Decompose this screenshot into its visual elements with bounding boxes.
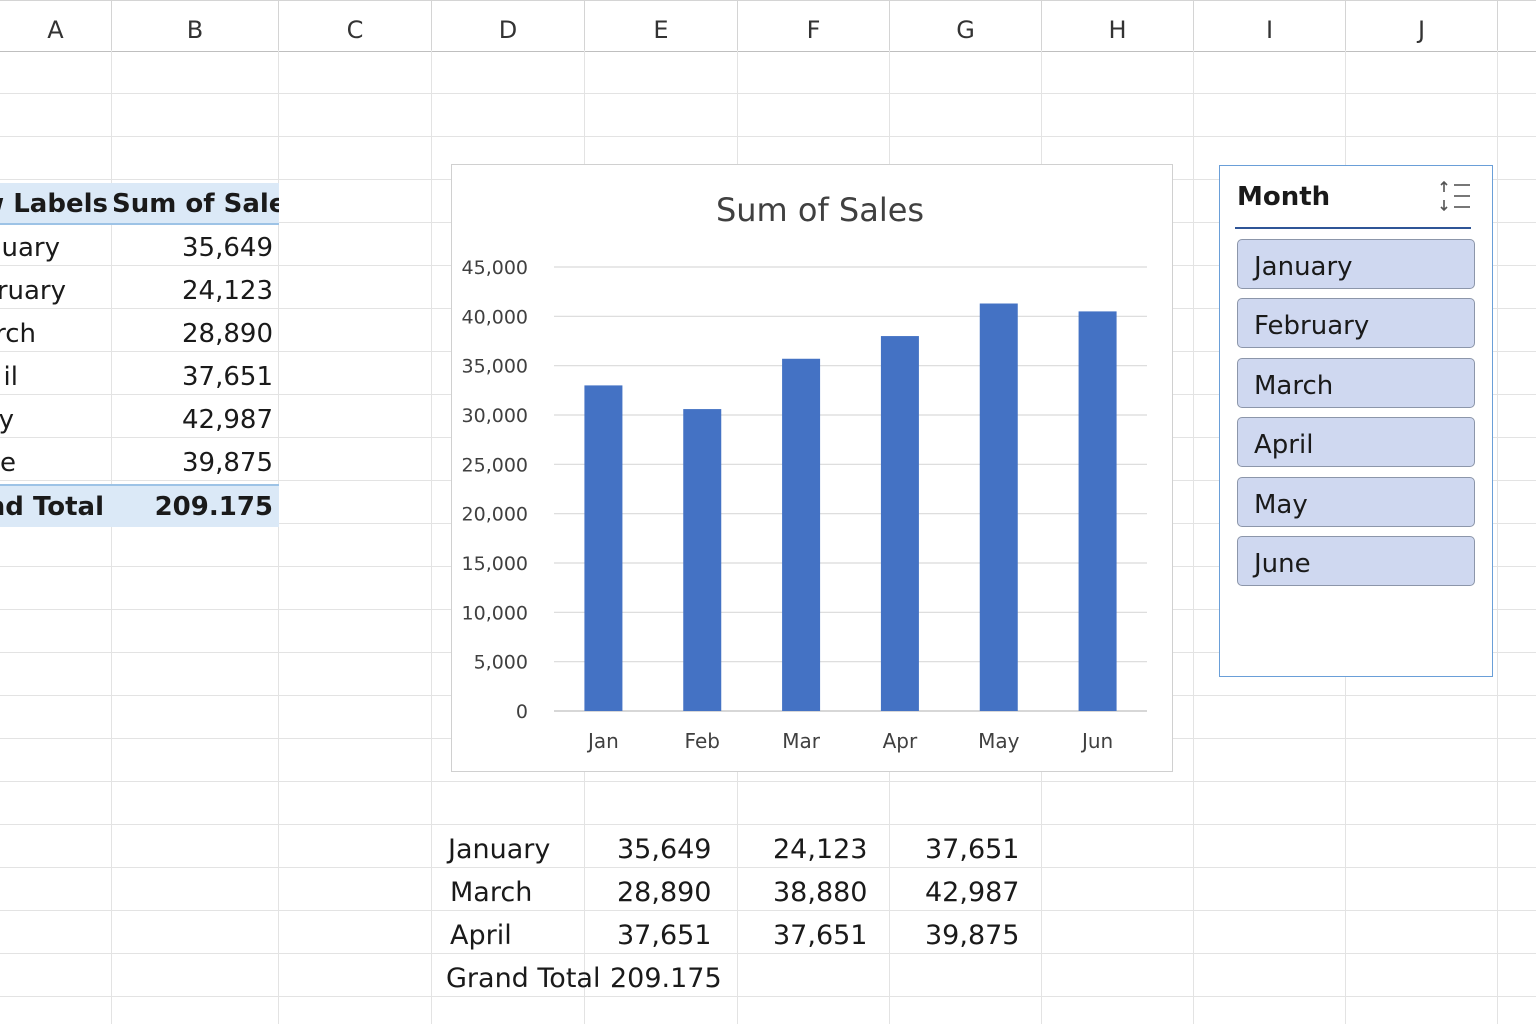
- chart-y-axis: 0 5,000 10,000 15,000 20,000 25,000 30,000 35,0…: [462, 257, 528, 723]
- chart-y-tick-label: 30,000: [462, 405, 528, 427]
- chart-bar-feb[interactable]: [683, 409, 722, 711]
- pivot-grand-total-value[interactable]: 209.175: [112, 484, 279, 527]
- lower-grand-total-label[interactable]: Grand Total: [446, 957, 600, 999]
- pivot-row-label-text: rch: [0, 319, 36, 349]
- slicer-title: Month: [1237, 182, 1331, 212]
- chart-title: Sum of Sales: [716, 191, 924, 229]
- lower-cell-f[interactable]: 37,651: [773, 914, 867, 956]
- pivot-header-row-labels[interactable]: w Labels: [0, 183, 112, 225]
- slicer-item-may[interactable]: May: [1237, 477, 1475, 527]
- chart-gridlines: [554, 266, 1147, 712]
- pivot-row-label[interactable]: y: [0, 399, 112, 441]
- pivot-row-label[interactable]: e: [0, 442, 112, 484]
- pivot-row-value[interactable]: 35,649: [112, 227, 279, 269]
- pivot-row-label-text: uary: [1, 233, 61, 263]
- pivot-header-row-labels-text: w Labels: [0, 189, 108, 219]
- pivot-row-value[interactable]: 37,651: [112, 356, 279, 398]
- lower-cell-g[interactable]: 39,875: [925, 914, 1019, 956]
- column-header-b[interactable]: B: [112, 1, 279, 51]
- chart-y-tick-label: 40,000: [462, 306, 528, 328]
- lower-cell-f[interactable]: 38,880: [773, 871, 867, 913]
- pivot-row-label[interactable]: il: [0, 356, 112, 398]
- lower-cell-e[interactable]: 37,651: [617, 914, 711, 956]
- lower-cell-g[interactable]: 42,987: [925, 871, 1019, 913]
- slicer-item-january[interactable]: January: [1237, 239, 1475, 289]
- chart-x-tick-label: Feb: [685, 729, 720, 753]
- multi-select-icon[interactable]: [1438, 180, 1474, 212]
- pivot-row-label-text: y: [0, 405, 14, 435]
- pivot-row-label-text: e: [0, 448, 16, 478]
- column-header-j[interactable]: J: [1346, 1, 1498, 51]
- chart-x-tick-label: Jun: [1080, 729, 1113, 753]
- pivot-grand-total-label-text: nd Total: [0, 492, 104, 522]
- lower-cell-f[interactable]: 24,123: [773, 828, 867, 870]
- lower-cell-e[interactable]: 35,649: [617, 828, 711, 870]
- chart-bar-may[interactable]: [979, 303, 1018, 711]
- chart-x-axis: Jan Feb Mar Apr May Jun: [586, 729, 1113, 753]
- chart-x-tick-label: Jan: [586, 729, 619, 753]
- pivot-row-value[interactable]: 42,987: [112, 399, 279, 441]
- chart-bars: [584, 303, 1117, 711]
- pivot-row-value[interactable]: 28,890: [112, 313, 279, 355]
- chart-x-tick-label: Apr: [883, 729, 918, 753]
- chart-x-tick-label: Mar: [782, 729, 821, 753]
- pivot-row-label[interactable]: uary: [0, 227, 112, 269]
- column-header-i[interactable]: I: [1194, 1, 1346, 51]
- lower-cell-e[interactable]: 28,890: [617, 871, 711, 913]
- pivot-row-label-text: il: [3, 362, 18, 392]
- slicer-header-divider: [1235, 227, 1471, 229]
- pivot-row-label[interactable]: rch: [0, 313, 112, 355]
- pivot-row-value[interactable]: 39,875: [112, 442, 279, 484]
- pivot-row-label[interactable]: ruary: [0, 270, 112, 312]
- pivot-row-value[interactable]: 24,123: [112, 270, 279, 312]
- slicer-item-june[interactable]: June: [1237, 536, 1475, 586]
- chart-y-tick-label: 15,000: [462, 553, 528, 575]
- pivot-header-sum-of-sales[interactable]: Sum of Sales: [112, 183, 279, 225]
- slicer-item-march[interactable]: March: [1237, 358, 1475, 408]
- lower-row-label[interactable]: March: [450, 871, 532, 913]
- column-header-f[interactable]: F: [738, 1, 890, 51]
- lower-grand-total-value[interactable]: 209.175: [610, 957, 722, 999]
- chart-bar-jan[interactable]: [584, 385, 623, 711]
- lower-cell-g[interactable]: 37,651: [925, 828, 1019, 870]
- slicer-item-february[interactable]: February: [1237, 298, 1475, 348]
- pivot-grand-total-label[interactable]: nd Total: [0, 484, 112, 527]
- pivot-row-label-text: ruary: [0, 276, 66, 306]
- chart-canvas: Sum of Sales 0 5,000 10,000 15,000 20,000 25,…: [462, 191, 1147, 753]
- chart-y-tick-label: 10,000: [462, 602, 528, 624]
- chart-y-tick-label: 45,000: [462, 257, 528, 279]
- chart-y-tick-label: 5,000: [474, 652, 528, 674]
- column-header-a[interactable]: A: [0, 1, 112, 51]
- sales-bar-chart[interactable]: Sum of Sales 0 5,000 10,000 15,000 20,000 25,…: [451, 164, 1173, 772]
- column-header-k[interactable]: [1498, 1, 1536, 51]
- chart-bar-mar[interactable]: [782, 358, 821, 711]
- column-header-c[interactable]: C: [279, 1, 432, 51]
- chart-bar-jun[interactable]: [1078, 311, 1117, 711]
- lower-row-label[interactable]: January: [448, 828, 550, 870]
- chart-bar-apr[interactable]: [880, 336, 919, 711]
- column-header-e[interactable]: E: [585, 1, 738, 51]
- column-header-h[interactable]: H: [1042, 1, 1194, 51]
- column-header-g[interactable]: G: [890, 1, 1042, 51]
- column-header-bar: A B C D E F G H I J: [0, 0, 1536, 52]
- month-slicer[interactable]: Month January February March April May J…: [1219, 165, 1493, 677]
- chart-y-tick-label: 25,000: [462, 454, 528, 476]
- lower-row-label[interactable]: April: [450, 914, 512, 956]
- chart-y-tick-label: 0: [516, 701, 528, 723]
- chart-y-tick-label: 35,000: [462, 356, 528, 378]
- chart-y-tick-label: 20,000: [462, 504, 528, 526]
- column-header-d[interactable]: D: [432, 1, 585, 51]
- slicer-item-april[interactable]: April: [1237, 417, 1475, 467]
- chart-x-tick-label: May: [978, 729, 1020, 753]
